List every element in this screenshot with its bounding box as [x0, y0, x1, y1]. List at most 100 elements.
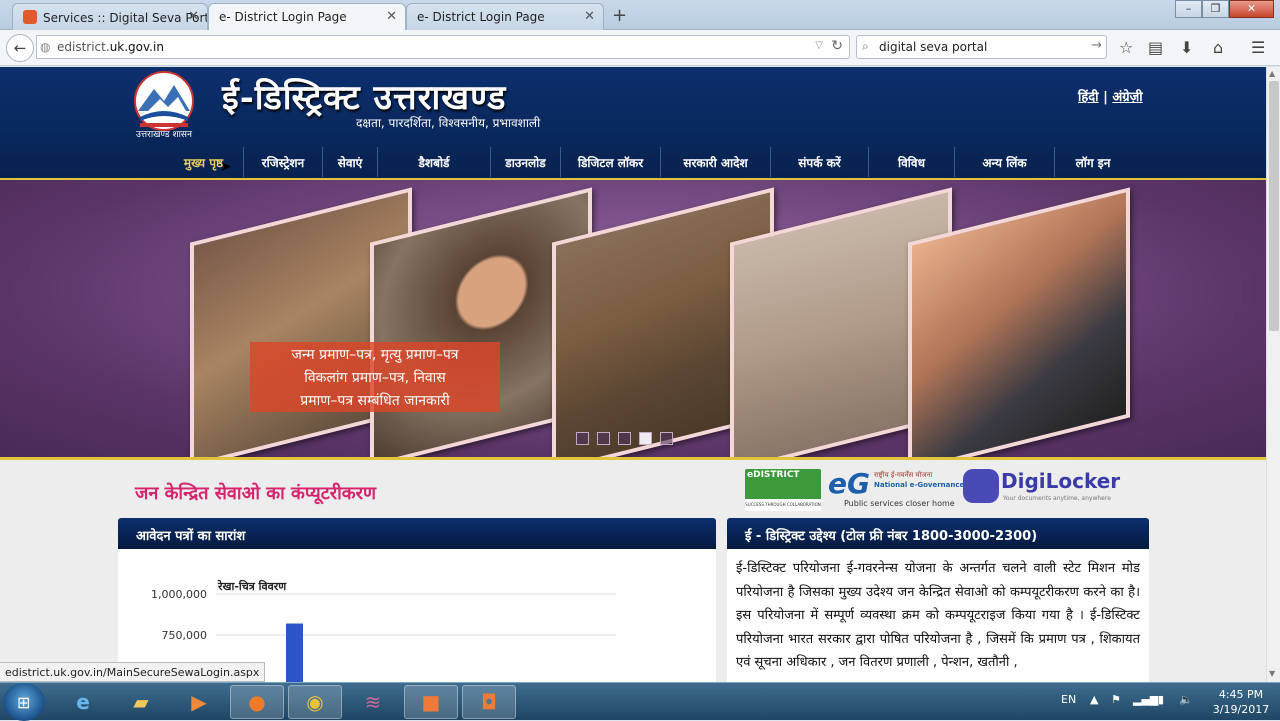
browser-navigation-bar: ← ◍ edistrict.uk.gov.in ▽ ↻ ⌕ digital se…: [0, 30, 1280, 66]
nav-item-dashboard[interactable]: डैशबोर्ड: [378, 147, 491, 177]
windows-logo-icon: ⊞: [17, 693, 31, 712]
digilocker-slogan: Your documents anytime, anywhere: [1003, 495, 1111, 502]
nav-item-login[interactable]: लॉग इन: [1055, 147, 1131, 177]
chart-y-tick-label: 1,000,000: [151, 588, 207, 601]
file-explorer-icon[interactable]: ▰: [114, 685, 168, 719]
section-tagline: जन केन्द्रित सेवाओ का कंप्यूटरीकरण: [135, 483, 376, 504]
globe-icon: ◍: [40, 40, 51, 54]
close-tab-icon[interactable]: ✕: [188, 9, 199, 24]
edistrict-logo[interactable]: eDISTRICT SUCCESS THROUGH COLLABORATION: [745, 469, 821, 511]
nav-item-contact-us[interactable]: संपर्क करें: [771, 147, 869, 177]
clock-date: 3/19/2017: [1212, 703, 1270, 716]
nav-item-digital-locker[interactable]: डिजिटल लॉकर: [561, 147, 661, 177]
nav-item-other-links[interactable]: अन्य लिंक: [955, 147, 1055, 177]
search-query: digital seva portal: [879, 40, 988, 54]
tab-title: e- District Login Page: [219, 10, 347, 24]
clock-time: 4:45 PM: [1218, 688, 1264, 701]
nav-item-home[interactable]: मुख्य पृष्ठ: [164, 147, 244, 177]
site-header: उत्तराखण्ड शासन ई-डिस्ट्रिक्ट उत्तराखण्ड…: [0, 67, 1266, 180]
digilocker-logo-text: DigiLocker: [1001, 469, 1121, 493]
slider-dot[interactable]: [576, 432, 589, 445]
language-english-link[interactable]: अंग्रेज़ी: [1112, 90, 1142, 105]
hamburger-menu-icon[interactable]: ☰: [1251, 38, 1265, 57]
nav-item-services[interactable]: सेवाएं: [323, 147, 378, 177]
status-bar-url: edistrict.uk.gov.in/MainSecureSewaLogin.…: [0, 662, 266, 682]
digital-seva-favicon-icon: [23, 10, 37, 24]
scroll-up-arrow-icon[interactable]: ▲: [1269, 69, 1275, 78]
language-hindi-link[interactable]: हिंदी: [1078, 90, 1099, 105]
summary-panel-title: आवेदन पत्रों का सारांश: [118, 518, 716, 549]
firefox-icon[interactable]: ●: [230, 685, 284, 719]
action-center-flag-icon[interactable]: ⚑: [1111, 693, 1121, 706]
reading-list-icon[interactable]: ▤: [1148, 38, 1163, 57]
close-tab-icon[interactable]: ✕: [386, 9, 397, 24]
input-language[interactable]: EN: [1061, 693, 1076, 706]
edistrict-logo-text: eDISTRICT: [747, 470, 800, 480]
start-button[interactable]: ⊞: [3, 683, 45, 721]
language-switcher: हिंदी | अंग्रेज़ी: [1078, 87, 1143, 105]
search-icon: ⌕: [862, 39, 869, 53]
page-scrollbar[interactable]: ▲ ▼: [1266, 67, 1280, 682]
browser-tab-edistrict-active[interactable]: e- District Login Page ✕: [208, 3, 406, 31]
negp-slogan: Public services closer home: [844, 499, 955, 508]
window-controls: – ❐ ✕: [1175, 0, 1274, 20]
home-icon[interactable]: ⌂: [1213, 38, 1223, 57]
slider-dot-active[interactable]: [639, 432, 652, 445]
new-tab-plus-icon[interactable]: +: [612, 5, 627, 26]
digilocker-logo[interactable]: DigiLocker Your documents anytime, anywh…: [963, 467, 1120, 507]
battery-icon[interactable]: ▮: [1158, 693, 1164, 706]
negp-logo[interactable]: eG राष्ट्रीय ई-गवर्नेंस योजना National e…: [828, 467, 984, 511]
system-clock[interactable]: 4:45 PM 3/19/2017: [1206, 687, 1276, 717]
close-tab-icon[interactable]: ✕: [584, 9, 595, 24]
back-arrow-icon[interactable]: ←: [6, 34, 34, 62]
show-hidden-icons-arrow-icon[interactable]: ▲: [1090, 693, 1098, 706]
slider-dot[interactable]: [618, 432, 631, 445]
language-separator: |: [1103, 90, 1108, 105]
nav-item-miscellaneous[interactable]: विविध: [869, 147, 955, 177]
scrollbar-thumb[interactable]: [1269, 81, 1279, 331]
close-window-icon[interactable]: ✕: [1229, 0, 1274, 18]
media-player-icon[interactable]: ▶: [172, 685, 226, 719]
nav-item-government-orders[interactable]: सरकारी आदेश: [661, 147, 771, 177]
caption-line: जन्म प्रमाण–पत्र, मृत्यु प्रमाण–पत्र: [291, 347, 459, 363]
internet-explorer-icon[interactable]: e: [56, 685, 110, 719]
bookmark-star-icon[interactable]: ☆: [1119, 38, 1133, 57]
image-slider[interactable]: जन्म प्रमाण–पत्र, मृत्यु प्रमाण–पत्र विक…: [0, 180, 1266, 460]
caption-line: विकलांग प्रमाण–पत्र, निवास: [304, 370, 446, 386]
scroll-down-arrow-icon[interactable]: ▼: [1269, 669, 1275, 678]
slider-dot[interactable]: [660, 432, 673, 445]
tab-title: Services :: Digital Seva Port...: [43, 11, 208, 25]
volume-speaker-icon[interactable]: 🔈: [1179, 693, 1193, 706]
main-navigation: मुख्य पृष्ठ रजिस्ट्रेशन सेवाएं डैशबोर्ड …: [164, 147, 1131, 177]
download-arrow-icon[interactable]: ⬇: [1180, 38, 1193, 57]
windows-taskbar: ⊞ e ▰ ▶ ● ◉ ≋ ■ ◘ EN ▲ ⚑ ▂▄▆ ▮ 🔈 4:45 PM…: [0, 682, 1280, 721]
browser-tab-edistrict[interactable]: e- District Login Page ✕: [406, 3, 604, 30]
objective-panel-title: ई - डिस्ट्रिक्ट उद्देश्य (टोल फ्री नंबर …: [727, 518, 1149, 549]
slider-dots: [576, 432, 673, 445]
screen-recorder-icon[interactable]: ■: [404, 685, 458, 719]
slider-dot[interactable]: [597, 432, 610, 445]
nav-item-registration[interactable]: रजिस्ट्रेशन: [244, 147, 323, 177]
search-input[interactable]: ⌕ digital seva portal →: [856, 35, 1107, 59]
site-title: ई-डिस्ट्रिक्ट उत्तराखण्ड: [222, 78, 507, 118]
address-bar[interactable]: ◍ edistrict.uk.gov.in ▽ ↻: [36, 35, 850, 59]
url-prefix: edistrict.: [57, 40, 110, 54]
network-app-icon[interactable]: ≋: [346, 685, 400, 719]
search-go-arrow-icon[interactable]: →: [1091, 38, 1102, 53]
reload-icon[interactable]: ↻: [831, 38, 843, 54]
chart-y-tick-label: 750,000: [162, 629, 208, 642]
emblem-caption: उत्तराखण्ड शासन: [135, 130, 192, 140]
digilocker-cloud-icon: [963, 469, 999, 503]
minimize-icon[interactable]: –: [1175, 0, 1202, 18]
network-signal-icon[interactable]: ▂▄▆: [1133, 693, 1158, 706]
chart-bar[interactable]: [286, 623, 303, 682]
nav-item-download[interactable]: डाउनलोड: [491, 147, 561, 177]
browser-tab-bar: Services :: Digital Seva Port... ✕ e- Di…: [0, 0, 1280, 31]
chrome-icon[interactable]: ◉: [288, 685, 342, 719]
edistrict-logo-subtext: SUCCESS THROUGH COLLABORATION: [745, 499, 821, 511]
maximize-icon[interactable]: ❐: [1202, 0, 1229, 18]
web-page: उत्तराखण्ड शासन ई-डिस्ट्रिक्ट उत्तराखण्ड…: [0, 67, 1266, 682]
dropdown-arrow-icon[interactable]: ▽: [815, 40, 823, 51]
browser-tab-digital-seva[interactable]: Services :: Digital Seva Port... ✕: [12, 3, 208, 30]
camera-recorder-icon[interactable]: ◘: [462, 685, 516, 719]
